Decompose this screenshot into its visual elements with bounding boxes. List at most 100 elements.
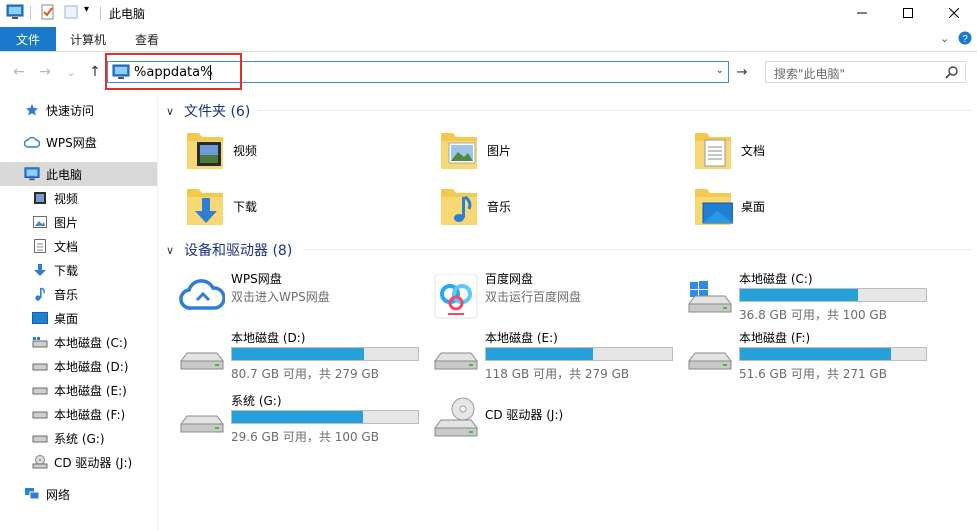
recent-locations-button[interactable]: ⌄	[62, 62, 80, 82]
new-folder-icon[interactable]	[63, 4, 79, 23]
devices-group-header[interactable]: ∨ 设备和驱动器 (8)	[166, 240, 292, 260]
address-dropdown-icon[interactable]: ⌄	[716, 65, 724, 76]
folder-tile[interactable]: 下载	[185, 183, 257, 229]
drive-icon	[32, 430, 48, 446]
star-icon	[24, 102, 40, 118]
sidebar-item-wps-cloud[interactable]: WPS网盘	[0, 130, 157, 154]
quick-access-separator	[30, 6, 31, 20]
up-button[interactable]: ↑	[86, 62, 104, 82]
sidebar-item-downloads[interactable]: 下载	[0, 258, 157, 282]
ribbon-expand-chevron-icon[interactable]: ⌄	[940, 32, 949, 45]
minimize-button[interactable]	[839, 0, 885, 25]
drive-icon	[32, 358, 48, 374]
search-box[interactable]: 搜索"此电脑"	[765, 61, 966, 83]
navigation-pane: 快速访问 WPS网盘 此电脑 视频 图片 文档 下载 音乐 桌面 本地磁盘 (C…	[0, 96, 157, 530]
picture-folder-icon	[439, 127, 479, 173]
usage-fill	[740, 348, 891, 360]
usage-fill	[232, 348, 365, 360]
baidu-netdisk-icon	[433, 273, 479, 319]
device-tile-drive-c[interactable]: 本地磁盘 (C:) 36.8 GB 可用，共 100 GB	[687, 268, 937, 324]
forward-button[interactable]: →	[36, 62, 54, 82]
ribbon-divider	[0, 51, 977, 52]
window-title: 此电脑	[109, 7, 146, 21]
back-button[interactable]: ←	[10, 62, 28, 82]
sidebar-item-network[interactable]: 网络	[0, 482, 157, 506]
sidebar-item-documents[interactable]: 文档	[0, 234, 157, 258]
sidebar-item-desktop[interactable]: 桌面	[0, 306, 157, 330]
sidebar-item-drive-f[interactable]: 本地磁盘 (F:)	[0, 402, 157, 426]
device-tile-cd-drive[interactable]: CD 驱动器 (J:)	[433, 390, 683, 446]
device-tile-drive-g[interactable]: 系统 (G:) 29.6 GB 可用，共 100 GB	[179, 390, 429, 446]
sidebar-item-music[interactable]: 音乐	[0, 282, 157, 306]
device-tile-baidu[interactable]: 百度网盘 双击运行百度网盘	[433, 268, 683, 324]
desktop-folder-icon	[693, 183, 734, 229]
computer-icon	[24, 166, 40, 182]
sidebar-item-drive-d[interactable]: 本地磁盘 (D:)	[0, 354, 157, 378]
usage-fill	[740, 289, 858, 301]
cd-drive-icon	[32, 454, 48, 470]
video-folder-icon	[185, 127, 225, 173]
drive-icon	[32, 334, 48, 350]
drive-icon	[32, 406, 48, 422]
device-tile-drive-e[interactable]: 本地磁盘 (E:) 118 GB 可用，共 279 GB	[433, 327, 683, 383]
device-tile-drive-f[interactable]: 本地磁盘 (F:) 51.6 GB 可用，共 271 GB	[687, 327, 937, 383]
drive-icon	[179, 333, 225, 373]
folder-tile[interactable]: 桌面	[693, 183, 765, 229]
usage-fill	[232, 411, 363, 423]
device-tile-drive-d[interactable]: 本地磁盘 (D:) 80.7 GB 可用，共 279 GB	[179, 327, 429, 383]
computer-icon[interactable]	[6, 4, 24, 23]
download-folder-icon	[185, 183, 225, 229]
maximize-button[interactable]	[885, 0, 931, 25]
chevron-down-icon: ∨	[166, 104, 175, 118]
annotation-highlight-box	[105, 53, 242, 90]
download-icon	[32, 262, 48, 278]
drive-d-usage-bar	[231, 347, 419, 361]
customize-toolbar-icon[interactable]: ▾	[84, 4, 89, 15]
cd-drive-icon	[433, 396, 479, 437]
network-icon	[24, 486, 40, 502]
properties-icon[interactable]	[40, 4, 56, 23]
folder-tile[interactable]: 图片	[439, 127, 511, 173]
folder-tile[interactable]: 文档	[693, 127, 765, 173]
picture-icon	[32, 214, 48, 230]
sidebar-item-cd-drive[interactable]: CD 驱动器 (J:)	[0, 450, 157, 474]
music-folder-icon	[439, 183, 479, 229]
drive-f-usage-bar	[739, 347, 927, 361]
help-icon[interactable]: ?	[958, 31, 972, 48]
quick-access-separator	[100, 6, 101, 20]
folders-group-header[interactable]: ∨ 文件夹 (6)	[166, 101, 250, 121]
sidebar-item-this-pc[interactable]: 此电脑	[0, 162, 157, 186]
folder-tile[interactable]: 音乐	[439, 183, 511, 229]
windows-drive-icon	[687, 274, 733, 314]
search-icon[interactable]	[945, 65, 959, 82]
tab-computer[interactable]: 计算机	[62, 27, 114, 51]
sidebar-item-quick-access[interactable]: 快速访问	[0, 98, 157, 122]
music-icon	[32, 286, 48, 302]
group-divider	[258, 110, 972, 111]
sidebar-item-pictures[interactable]: 图片	[0, 210, 157, 234]
sidebar-item-drive-e[interactable]: 本地磁盘 (E:)	[0, 378, 157, 402]
tab-view[interactable]: 查看	[126, 27, 168, 51]
drive-c-usage-bar	[739, 288, 927, 302]
go-button[interactable]: →	[732, 62, 752, 82]
sidebar-item-videos[interactable]: 视频	[0, 186, 157, 210]
search-input[interactable]: 搜索"此电脑"	[774, 65, 845, 82]
svg-text:?: ?	[962, 34, 968, 45]
document-icon	[32, 238, 48, 254]
sidebar-item-drive-c[interactable]: 本地磁盘 (C:)	[0, 330, 157, 354]
drive-icon	[687, 333, 733, 373]
drive-icon	[433, 333, 479, 373]
ribbon-tabs: 文件 计算机 查看 ⌄ ?	[0, 27, 977, 51]
drive-e-usage-bar	[485, 347, 673, 361]
video-icon	[32, 190, 48, 206]
document-folder-icon	[693, 127, 733, 173]
folder-tile[interactable]: 视频	[185, 127, 257, 173]
group-divider	[304, 249, 972, 250]
sidebar-item-drive-g[interactable]: 系统 (G:)	[0, 426, 157, 450]
device-tile-wps[interactable]: WPS网盘 双击进入WPS网盘	[179, 268, 429, 324]
tab-file[interactable]: 文件	[0, 27, 56, 51]
chevron-down-icon: ∨	[166, 243, 175, 257]
drive-g-usage-bar	[231, 410, 419, 424]
drive-icon	[32, 382, 48, 398]
close-button[interactable]	[931, 0, 977, 25]
